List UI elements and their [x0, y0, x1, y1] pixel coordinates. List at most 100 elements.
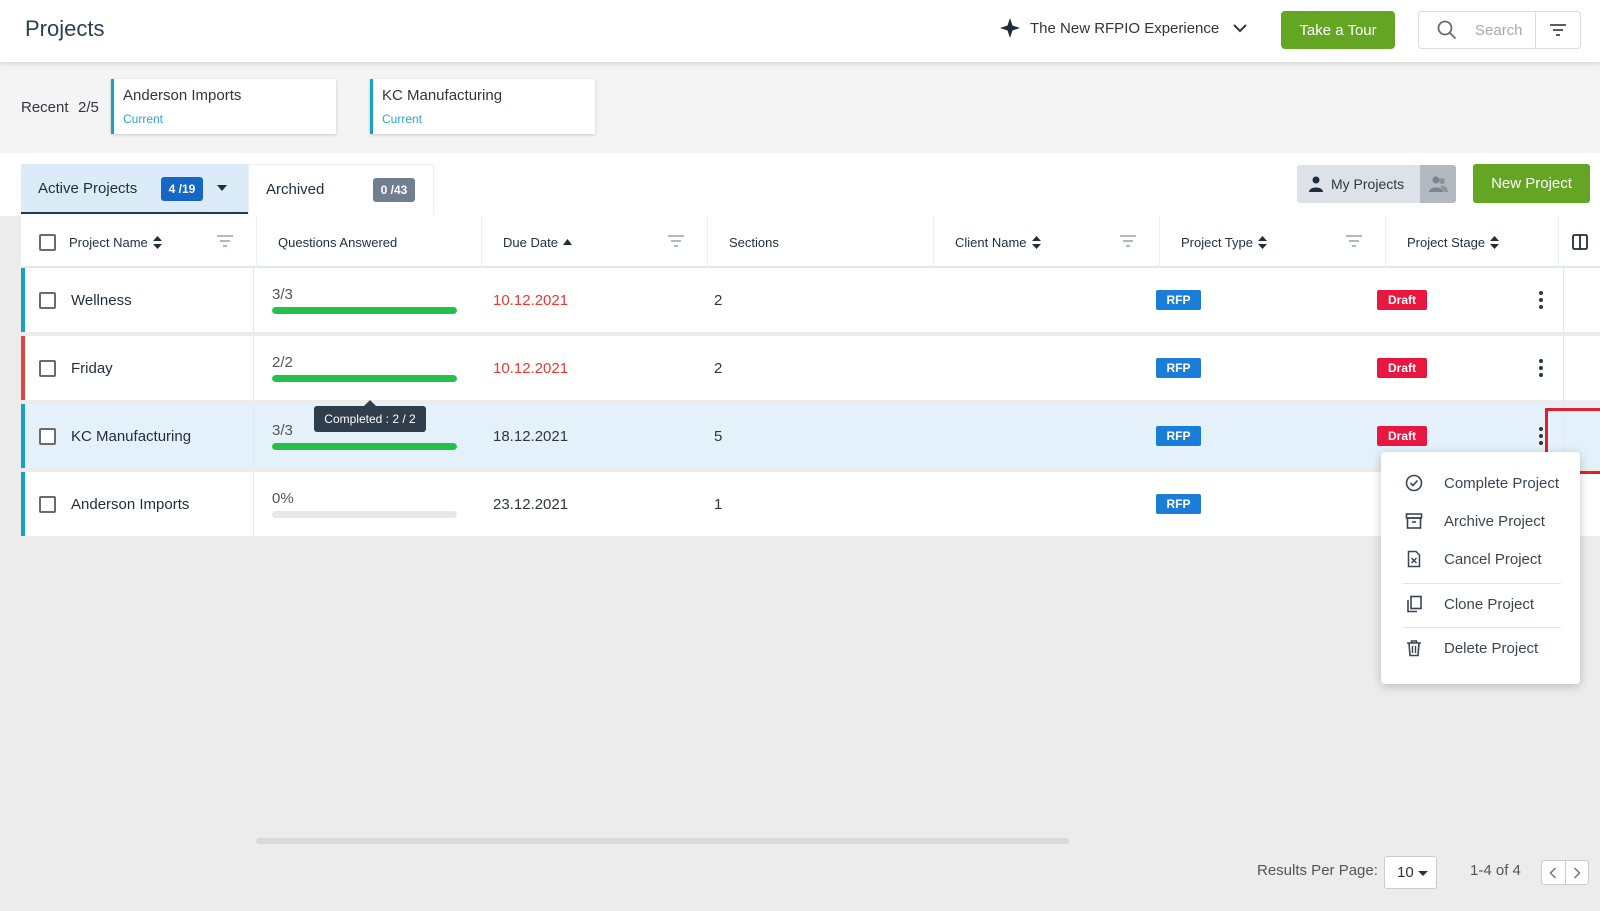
search-icon	[1437, 20, 1457, 40]
column-label: Questions Answered	[278, 234, 398, 250]
table-row[interactable]: Anderson Imports 0% 23.12.2021 1 RFP	[21, 472, 1600, 536]
menu-item-delete-project[interactable]: Delete Project	[1381, 629, 1580, 667]
sort-icon[interactable]	[152, 235, 162, 249]
row-checkbox[interactable]	[39, 427, 56, 445]
row-actions-cell	[1563, 268, 1600, 332]
search-input[interactable]: Search	[1418, 11, 1535, 49]
recent-card[interactable]: KC Manufacturing Current	[370, 79, 595, 134]
kebab-menu-icon[interactable]	[1530, 288, 1552, 312]
column-filter-icon[interactable]	[216, 234, 234, 248]
project-stage-badge: Draft	[1377, 290, 1427, 310]
sections-count: 1	[714, 495, 723, 513]
project-stage-badge: Draft	[1377, 358, 1427, 378]
recent-card-status: Current	[382, 112, 423, 126]
column-project-name[interactable]: Project Name	[21, 216, 257, 268]
chevron-left-icon	[1549, 866, 1557, 879]
progress-fill	[272, 307, 457, 314]
table-row[interactable]: Friday 2/2 10.12.2021 2 RFP Draft	[21, 336, 1600, 400]
project-name-cell: KC Manufacturing	[71, 404, 191, 468]
next-page-button[interactable]	[1564, 861, 1588, 884]
table-row[interactable]: KC Manufacturing 3/3 18.12.2021 5 RFP Dr…	[21, 404, 1600, 468]
project-stage-badge: Draft	[1377, 426, 1427, 446]
column-sections[interactable]: Sections	[708, 216, 934, 268]
tab-archived[interactable]: Archived 0 /43	[248, 164, 434, 214]
horizontal-scrollbar[interactable]	[256, 838, 1069, 844]
project-name[interactable]: Friday	[71, 360, 113, 377]
due-date: 10.12.2021	[493, 291, 569, 309]
menu-item-label: Delete Project	[1444, 639, 1539, 657]
progress-fill	[272, 443, 457, 450]
kebab-menu-icon[interactable]	[1530, 356, 1552, 380]
take-a-tour-button[interactable]: Take a Tour	[1281, 11, 1395, 49]
recent-card-name: Anderson Imports	[123, 87, 242, 104]
row-actions-cell	[1563, 336, 1600, 400]
new-project-button[interactable]: New Project	[1473, 164, 1590, 203]
copy-icon	[1407, 595, 1422, 613]
menu-item-cancel-project[interactable]: Cancel Project	[1381, 540, 1580, 578]
column-settings[interactable]	[1559, 216, 1600, 268]
filter-button[interactable]	[1535, 11, 1581, 49]
my-projects-button[interactable]: My Projects	[1297, 165, 1420, 203]
row-checkbox[interactable]	[39, 291, 56, 309]
my-projects-toggle[interactable]: My Projects	[1297, 165, 1456, 203]
column-label: Due Date	[503, 234, 558, 250]
row-checkbox-cell	[39, 268, 56, 332]
column-label: Client Name	[955, 234, 1027, 250]
user-icon	[1309, 176, 1323, 192]
column-questions-answered[interactable]: Questions Answered	[257, 216, 482, 268]
experience-switcher[interactable]: The New RFPIO Experience	[1000, 18, 1257, 38]
columns-icon[interactable]	[1571, 234, 1588, 250]
chevron-right-icon	[1573, 866, 1581, 879]
column-project-stage[interactable]: Project Stage	[1386, 216, 1559, 268]
archive-icon	[1405, 513, 1423, 529]
column-due-date[interactable]: Due Date	[482, 216, 708, 268]
project-actions-menu: Complete Project Archive Project Cancel …	[1381, 452, 1580, 684]
menu-item-archive-project[interactable]: Archive Project	[1381, 502, 1580, 540]
caret-down-icon[interactable]	[217, 185, 227, 191]
project-name[interactable]: KC Manufacturing	[71, 428, 191, 445]
sort-ascending-icon[interactable]	[562, 239, 572, 245]
sections-count: 5	[714, 427, 723, 445]
row-checkbox[interactable]	[39, 359, 56, 377]
column-project-type[interactable]: Project Type	[1160, 216, 1386, 268]
progress-bar[interactable]	[272, 375, 457, 382]
recent-card[interactable]: Anderson Imports Current	[111, 79, 336, 134]
column-client-name[interactable]: Client Name	[934, 216, 1160, 268]
tabs-row: Active Projects 4 /19 Archived 0 /43 My …	[0, 153, 1600, 216]
tab-label: Active Projects	[38, 180, 138, 197]
tab-active-projects[interactable]: Active Projects 4 /19	[21, 164, 248, 214]
progress-bar[interactable]	[272, 307, 457, 314]
menu-divider	[1403, 583, 1561, 584]
progress-bar[interactable]	[272, 443, 457, 450]
column-filter-icon[interactable]	[1345, 234, 1363, 248]
project-name-cell: Anderson Imports	[71, 472, 189, 536]
questions-answered-value: 2/2	[272, 354, 293, 371]
sort-icon[interactable]	[1031, 235, 1041, 249]
count-badge: 0 /43	[373, 178, 415, 202]
column-filter-icon[interactable]	[667, 234, 685, 248]
project-type-badge: RFP	[1156, 358, 1201, 378]
projects-table: Project Name Questions Answered Due Date…	[21, 216, 1600, 540]
results-per-page-select[interactable]: 10	[1384, 856, 1437, 889]
prev-page-button[interactable]	[1542, 861, 1565, 884]
experience-label: The New RFPIO Experience	[1030, 19, 1220, 37]
sort-icon[interactable]	[1258, 235, 1268, 249]
project-name[interactable]: Wellness	[71, 292, 132, 309]
progress-fill	[272, 375, 457, 382]
row-checkbox[interactable]	[39, 495, 56, 513]
my-projects-label: My Projects	[1331, 176, 1405, 192]
select-all-checkbox[interactable]	[39, 233, 56, 251]
column-label: Project Stage	[1407, 234, 1486, 250]
row-checkbox-cell	[39, 404, 56, 468]
menu-item-complete-project[interactable]: Complete Project	[1381, 464, 1580, 502]
table-row[interactable]: Wellness 3/3 10.12.2021 2 RFP Draft	[21, 268, 1600, 332]
project-type-cell: RFP	[1156, 336, 1201, 400]
project-type-badge: RFP	[1156, 494, 1201, 514]
progress-bar[interactable]	[272, 511, 457, 518]
sort-icon[interactable]	[1490, 235, 1500, 249]
project-name[interactable]: Anderson Imports	[71, 496, 189, 513]
menu-item-clone-project[interactable]: Clone Project	[1381, 585, 1580, 623]
all-users-button[interactable]	[1420, 165, 1456, 203]
row-checkbox-cell	[39, 472, 56, 536]
column-filter-icon[interactable]	[1119, 234, 1137, 248]
